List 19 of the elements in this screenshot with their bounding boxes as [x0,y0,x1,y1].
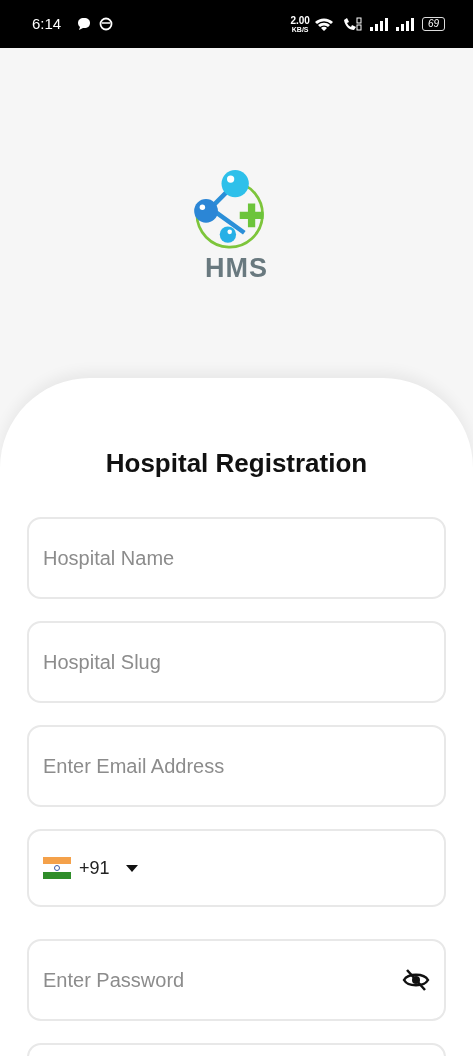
signal-icon [369,17,388,31]
eye-off-icon[interactable] [402,968,430,992]
logo-text: HMS [205,254,268,282]
text-field[interactable]: Enter Email Address [27,725,446,807]
chat-icon [77,17,92,31]
country-code: +91 [79,856,110,880]
text-field[interactable]: Hospital Slug [27,621,446,703]
caret-icon [125,864,138,872]
flag-icon [43,857,71,879]
battery-indicator: 69 [421,17,445,31]
speed-text: 2.00 [290,15,310,26]
clock-time: 6:14 [32,13,62,34]
phone-field[interactable]: +91 [27,829,446,907]
signal-icon [395,17,414,31]
circle-icon [99,17,114,31]
text-field[interactable]: Hospital Name [27,517,446,599]
password-field[interactable]: Enter Password [27,939,446,1021]
wifi-icon [313,16,334,32]
form-title: Hospital Registration [104,447,369,480]
